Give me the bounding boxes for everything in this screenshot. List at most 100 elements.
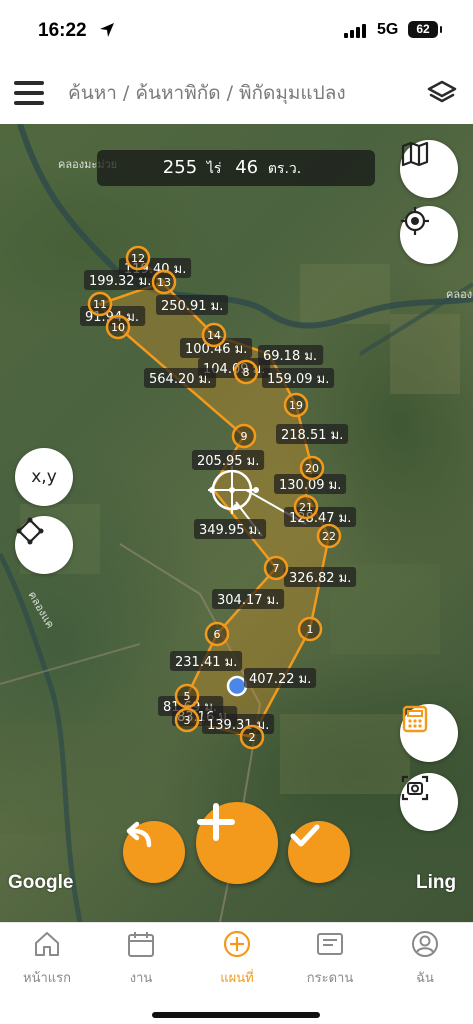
svg-text:6: 6 [214, 628, 221, 641]
gps-location-dot [226, 675, 248, 697]
nav-board[interactable]: กระดาน [290, 929, 370, 988]
map-icon [401, 141, 429, 167]
menu-button[interactable] [14, 81, 46, 105]
plot-point-marker[interactable]: 8 [233, 359, 259, 385]
plot-point-marker[interactable]: 19 [283, 392, 309, 418]
area-rai-unit: ไร่ [206, 161, 222, 177]
nav-profile[interactable]: ฉัน [385, 929, 465, 988]
svg-text:130.09 ม.: 130.09 ม. [279, 478, 341, 493]
nav-home[interactable]: หน้าแรก [7, 929, 87, 988]
area-sqwa-value: 46 [235, 157, 259, 178]
plot-point-marker[interactable]: 6 [204, 621, 230, 647]
svg-text:19: 19 [289, 399, 303, 412]
app-header: ค้นหา / ค้นหาพิกัด / พิกัดมุมแปลง [0, 62, 473, 124]
confirm-button[interactable] [288, 821, 350, 883]
place-label: คลอง [446, 288, 472, 301]
svg-text:14: 14 [207, 329, 221, 342]
area-display: 255 ไร่ 46 ตร.ว. [97, 150, 375, 186]
status-time: 16:22 [38, 20, 87, 41]
svg-text:205.95 ม.: 205.95 ม. [197, 454, 259, 469]
xy-coordinate-button[interactable]: x,y [15, 448, 73, 506]
calculator-icon [402, 705, 428, 733]
svg-text:7: 7 [273, 562, 280, 575]
breadcrumb-item-coordinate-search[interactable]: ค้นหาพิกัด [135, 82, 220, 104]
status-bar: 16:22 5G 62 [0, 0, 473, 62]
plot-point-marker[interactable]: 1 [297, 616, 323, 642]
board-icon [317, 933, 343, 955]
plus-icon [197, 803, 235, 841]
check-icon [290, 824, 320, 847]
svg-text:20: 20 [305, 462, 319, 475]
nav-board-label: กระดาน [306, 971, 354, 986]
diamond-shape-button[interactable] [15, 516, 73, 574]
plot-point-marker[interactable]: 3 [174, 707, 200, 733]
area-rai-value: 255 [162, 157, 198, 178]
plot-point-marker[interactable]: 12 [125, 245, 151, 271]
nav-home-label: หน้าแรก [23, 971, 71, 986]
plot-point-marker[interactable]: 5 [174, 683, 200, 709]
signal-icon [344, 24, 370, 38]
battery-level: 62 [416, 22, 430, 36]
svg-text:231.41 ม.: 231.41 ม. [175, 655, 237, 670]
location-arrow-icon [100, 23, 114, 37]
plot-point-marker[interactable]: 7 [263, 555, 289, 581]
svg-text:1: 1 [307, 623, 314, 636]
map-view[interactable]: คลองมะม่วย คลอง คลองแค 119.40 ม. 199.32 ม… [0, 124, 473, 922]
svg-text:22: 22 [322, 530, 336, 543]
battery-icon: 62 [408, 21, 438, 38]
screenshot-button[interactable] [400, 773, 458, 831]
svg-text:5: 5 [184, 690, 191, 703]
svg-text:199.32 ม.: 199.32 ม. [89, 274, 151, 289]
breadcrumb-item-search[interactable]: ค้นหา [68, 82, 117, 104]
distance-label: 407.22 ม. [244, 668, 317, 688]
svg-text:8: 8 [243, 366, 250, 379]
plot-point-marker[interactable]: 20 [299, 455, 325, 481]
svg-text:9: 9 [241, 430, 248, 443]
svg-text:564.20 ม.: 564.20 ม. [149, 372, 211, 387]
plot-point-marker[interactable]: 2 [239, 724, 265, 750]
add-point-button[interactable] [196, 802, 278, 884]
distance-label: 564.20 ม. [144, 368, 217, 388]
distance-label: 199.32 ม. [84, 270, 157, 290]
distance-label: 69.18 ม. [258, 345, 324, 365]
nav-map[interactable]: แผนที่ [197, 929, 277, 988]
distance-label: 205.95 ม. [192, 450, 265, 470]
distance-label: 250.91 ม. [156, 295, 229, 315]
plot-point-marker[interactable]: 13 [151, 269, 177, 295]
plot-point-marker[interactable]: 22 [316, 523, 342, 549]
home-indicator [152, 1012, 320, 1018]
battery-tip [440, 26, 442, 33]
svg-text:2: 2 [249, 731, 256, 744]
svg-text:11: 11 [93, 298, 107, 311]
svg-text:407.22 ม.: 407.22 ม. [249, 672, 311, 687]
undo-icon [126, 821, 152, 848]
profile-icon [412, 931, 438, 957]
nav-work-label: งาน [129, 971, 153, 986]
area-sqwa-unit: ตร.ว. [267, 161, 302, 177]
xy-label: x,y [31, 467, 57, 487]
svg-text:13: 13 [157, 276, 171, 289]
distance-label: 139.31 ม. [202, 714, 275, 734]
calendar-icon [128, 932, 154, 957]
my-location-button[interactable] [400, 206, 458, 264]
plot-point-marker[interactable]: 21 [293, 494, 319, 520]
breadcrumb: ค้นหา / ค้นหาพิกัด / พิกัดมุมแปลง [68, 78, 346, 108]
plot-point-marker[interactable]: 11 [87, 291, 113, 317]
undo-button[interactable] [123, 821, 185, 883]
camera-scan-icon [401, 775, 429, 801]
layers-icon[interactable] [426, 79, 458, 107]
calculator-button[interactable] [400, 704, 458, 762]
map-type-button[interactable] [400, 140, 458, 198]
distance-label: 218.51 ม. [276, 424, 349, 444]
nav-work[interactable]: งาน [101, 929, 181, 988]
svg-text:21: 21 [299, 501, 313, 514]
plot-point-marker[interactable]: 9 [231, 423, 257, 449]
plus-circle-icon [223, 930, 251, 958]
breadcrumb-separator: / [226, 82, 233, 104]
plot-point-marker[interactable]: 10 [105, 314, 131, 340]
svg-text:250.91 ม.: 250.91 ม. [161, 299, 223, 314]
plot-point-marker[interactable]: 14 [201, 322, 227, 348]
distance-label: 304.17 ม. [212, 589, 285, 609]
bottom-nav: หน้าแรก งาน แผนที่ กระดาน ฉัน [0, 922, 473, 1024]
nav-map-label: แผนที่ [220, 971, 254, 986]
